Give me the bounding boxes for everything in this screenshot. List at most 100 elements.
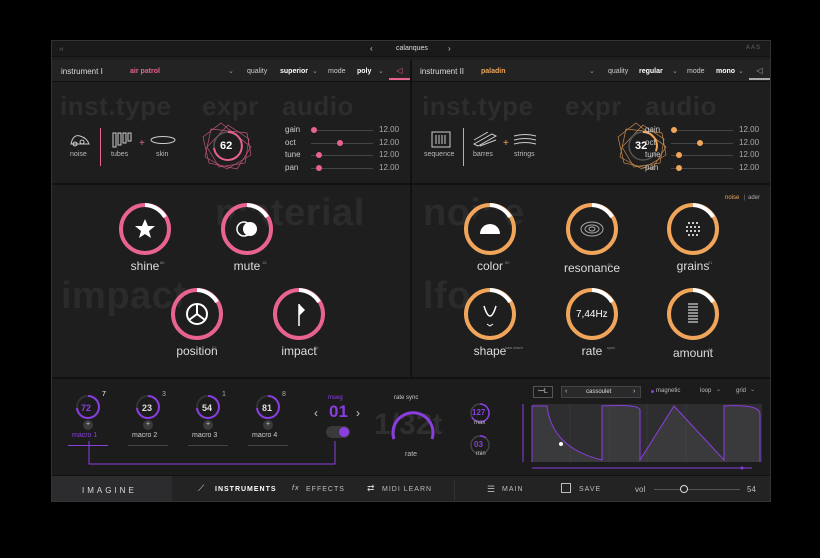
mseg-toggle[interactable]: [326, 426, 350, 438]
knob-mute[interactable]: [219, 201, 275, 257]
midi-learn-tab[interactable]: MIDI LEARN: [382, 486, 432, 493]
vol-slider-knob[interactable]: [680, 485, 689, 493]
macro-knob[interactable]: 72 7 + macro 1: [68, 391, 118, 451]
instrument-1-header: instrument I air patrol ⌄ quality superi…: [52, 60, 410, 82]
mode-select[interactable]: mono: [716, 68, 735, 75]
ghost-title: expr: [565, 91, 622, 121]
next-preset-button[interactable]: ›: [448, 44, 451, 53]
chevron-down-icon[interactable]: ⌄: [738, 67, 744, 75]
mode-select[interactable]: poly: [357, 68, 371, 75]
macro-knob[interactable]: 23 3 + macro 2: [128, 391, 178, 451]
preset-name[interactable]: calanques: [396, 45, 428, 52]
next-mseg-button[interactable]: ›: [356, 406, 360, 420]
macro-knob[interactable]: 81 8 + macro 4: [248, 391, 298, 451]
knob-rate-label: rate: [581, 344, 603, 358]
toggle-separator: |: [744, 195, 746, 201]
noise-toggle[interactable]: noise: [725, 195, 739, 201]
macro-count: 1: [222, 391, 226, 398]
skin-icon[interactable]: [150, 135, 176, 145]
next-arrow[interactable]: ›: [633, 388, 635, 395]
grid-select[interactable]: grid: [736, 388, 746, 394]
collapse-icon[interactable]: ◃: [59, 45, 63, 53]
chevron-down-icon[interactable]: ⌄: [228, 67, 234, 75]
knob-grains[interactable]: [665, 201, 721, 257]
main-tab[interactable]: MAIN: [502, 486, 524, 493]
slider-track[interactable]: [671, 130, 733, 131]
barres-icon[interactable]: [472, 132, 498, 148]
slider-pan[interactable]: pan 12.00: [285, 163, 400, 174]
instruments-tab[interactable]: INSTRUMENTS: [215, 486, 277, 493]
slider-tune[interactable]: tune 12.00: [285, 150, 400, 161]
noise-source-icon[interactable]: [69, 132, 91, 148]
slider-gain[interactable]: gain 12.00: [645, 125, 760, 136]
knob-resonance[interactable]: [564, 201, 620, 257]
loop-select[interactable]: loop: [700, 388, 711, 394]
macro-knob[interactable]: 54 1 + macro 3: [188, 391, 238, 451]
rate-sync-select[interactable]: rate sync: [394, 395, 418, 401]
slider-oct[interactable]: oct 12.00: [645, 138, 760, 149]
slider-tune[interactable]: tune 12.00: [645, 150, 760, 161]
quality-select[interactable]: superior: [280, 68, 308, 75]
sequence-icon[interactable]: [431, 131, 451, 148]
slider-knob[interactable]: [315, 152, 322, 158]
macro-label: macro 3: [192, 432, 218, 439]
speaker-icon[interactable]: ◁: [389, 64, 410, 80]
mseg-preset-select[interactable]: ‹ cassoulet ›: [561, 386, 641, 398]
quality-select[interactable]: regular: [639, 68, 663, 75]
slider-pan[interactable]: pan 12.00: [645, 163, 760, 174]
mseg-index[interactable]: 01: [329, 402, 348, 422]
ader-toggle[interactable]: ader: [748, 195, 760, 201]
menu-icon: ☰: [487, 484, 496, 494]
knob-color[interactable]: [462, 201, 518, 257]
vol-slider[interactable]: [654, 489, 740, 490]
instruments-icon: ⟋: [198, 483, 205, 493]
shape-button[interactable]: ꟷL: [533, 386, 553, 398]
chevron-down-icon[interactable]: ⌄: [312, 67, 318, 75]
add-icon[interactable]: +: [83, 420, 93, 430]
chevron-down-icon[interactable]: ⌄: [378, 67, 384, 75]
knob-position[interactable]: [169, 286, 225, 342]
speaker-icon[interactable]: ◁: [749, 64, 770, 80]
instrument-2-preset[interactable]: paladin: [481, 68, 506, 75]
chevron-down-icon[interactable]: ⌄: [672, 67, 678, 75]
macro-value: 81: [262, 403, 273, 413]
slider-knob[interactable]: [311, 127, 317, 133]
instrument-1-preset[interactable]: air patrol: [130, 68, 160, 75]
add-icon[interactable]: +: [143, 420, 153, 430]
slider-knob[interactable]: [675, 164, 682, 171]
knob-amount[interactable]: [665, 286, 721, 342]
prev-arrow[interactable]: ‹: [565, 388, 567, 395]
chevron-down-icon[interactable]: ⌄: [750, 386, 755, 393]
macro-underline: [188, 445, 228, 446]
magnetic-toggle[interactable]: magnetic: [656, 388, 680, 394]
slider-knob[interactable]: [671, 127, 677, 133]
knob-impact[interactable]: [271, 286, 327, 342]
slider-knob[interactable]: [697, 139, 704, 146]
slider-gain[interactable]: gain 12.00: [285, 125, 400, 136]
rate-knob[interactable]: [388, 405, 438, 447]
strings-icon[interactable]: [513, 133, 537, 147]
app-logo: IMAGINE: [82, 486, 137, 495]
chevron-down-icon[interactable]: ⌄: [589, 67, 595, 75]
effects-tab[interactable]: EFFECTS: [306, 486, 345, 493]
max-value: 127: [472, 408, 486, 417]
shape-label: ꟷL: [538, 388, 548, 395]
slider-knob[interactable]: [315, 164, 322, 171]
knob-shine[interactable]: [117, 201, 173, 257]
add-icon[interactable]: +: [203, 420, 213, 430]
knob-shine-subvalue: 86: [160, 260, 165, 265]
slider-knob[interactable]: [337, 139, 344, 146]
slider-oct[interactable]: oct 12.00: [285, 138, 400, 149]
prev-preset-button[interactable]: ‹: [370, 44, 373, 53]
prev-mseg-button[interactable]: ‹: [314, 406, 318, 420]
slider-track[interactable]: [311, 130, 373, 131]
save-button[interactable]: SAVE: [579, 486, 601, 493]
add-icon[interactable]: +: [263, 420, 273, 430]
tubes-icon[interactable]: [112, 132, 132, 148]
slider-knob[interactable]: [675, 152, 682, 158]
knob-shape[interactable]: [462, 286, 518, 342]
knob-amount-label: amount: [672, 346, 714, 360]
divider: [454, 480, 455, 500]
chevron-down-icon[interactable]: ⌄: [716, 386, 721, 393]
mseg-editor[interactable]: [522, 404, 764, 472]
